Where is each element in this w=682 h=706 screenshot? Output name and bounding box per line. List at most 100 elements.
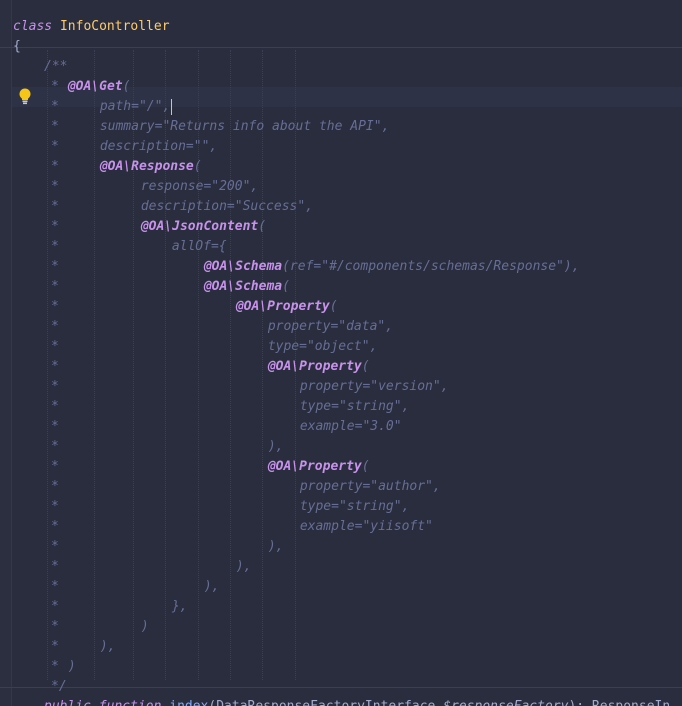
annotation-argument: ), [267, 439, 284, 454]
doc-comment-delimiter: */ [51, 679, 67, 694]
doc-comment-star: * [51, 199, 59, 214]
keyword-public: public [44, 699, 91, 706]
annotation-tag: @OA\Property [267, 359, 362, 374]
code-line-open-brace[interactable]: { [13, 37, 21, 57]
doc-comment-line[interactable]: * summary="Returns info about the API", [51, 117, 389, 137]
doc-comment-line[interactable]: * response="200", [51, 177, 258, 197]
doc-comment-line[interactable]: * description="", [51, 137, 217, 157]
doc-comment-line[interactable]: * @OA\Response( [51, 157, 202, 177]
doc-comment-line[interactable]: * property="author", [51, 477, 441, 497]
doc-comment-line[interactable]: * @OA\Property( [51, 457, 370, 477]
method-separator [0, 47, 682, 48]
annotation-argument: }, [171, 599, 188, 614]
annotation-argument: ( [193, 159, 202, 174]
class-name: InfoController [59, 19, 170, 34]
annotation-tag: @OA\Schema [203, 279, 283, 294]
doc-comment-star: * [51, 639, 59, 654]
doc-comment-star: * [51, 319, 59, 334]
doc-comment-star: * [51, 519, 59, 534]
annotation-argument: ), [267, 539, 284, 554]
annotation-argument: (ref="#/components/schemas/Response"), [282, 259, 580, 274]
doc-comment-line[interactable]: * example="yiisoft" [51, 517, 433, 537]
annotation-tag: @OA\Property [267, 459, 362, 474]
doc-comment-line[interactable]: /** [44, 57, 67, 77]
doc-comment-star: * [51, 279, 59, 294]
doc-comment-line[interactable]: * type="string", [51, 497, 409, 517]
doc-comment-star: * [51, 479, 59, 494]
annotation-argument: description="", [99, 139, 218, 154]
doc-comment-star: * [51, 399, 59, 414]
annotation-tag: @OA\Get [67, 79, 123, 94]
annotation-tag: @OA\Property [235, 299, 330, 314]
doc-comment-star: * [51, 599, 59, 614]
doc-comment-line[interactable]: * @OA\Schema(ref="#/components/schemas/Re… [51, 257, 580, 277]
indent-guide [47, 50, 48, 680]
doc-comment-line[interactable]: *), [51, 437, 283, 457]
doc-comment-line[interactable]: *) [51, 657, 76, 677]
annotation-argument: ), [203, 579, 220, 594]
annotation-argument: property="author", [299, 479, 441, 494]
annotation-argument: ( [329, 299, 338, 314]
doc-comment-line[interactable]: * @OA\JsonContent( [51, 217, 266, 237]
annotation-argument: type="string", [299, 499, 410, 514]
annotation-argument: ), [99, 639, 116, 654]
annotation-tag: @OA\Schema [203, 259, 283, 274]
doc-comment-star: * [51, 339, 59, 354]
keyword-function: function [99, 699, 162, 706]
doc-comment-star: * [51, 559, 59, 574]
doc-comment-line[interactable]: *), [51, 537, 283, 557]
doc-comment-line[interactable]: * @OA\Get( [51, 77, 130, 97]
function-name: index [169, 699, 208, 706]
annotation-argument: ( [282, 279, 290, 294]
doc-comment-star: * [51, 299, 59, 314]
doc-comment-line[interactable]: *), [51, 637, 115, 657]
doc-comment-line[interactable]: *}, [51, 597, 187, 617]
annotation-argument: example="yiisoft" [299, 519, 433, 534]
doc-comment-star: * [51, 219, 59, 234]
doc-comment-delimiter: /** [44, 59, 68, 74]
doc-comment-star: * [51, 459, 59, 474]
code-line-method-signature[interactable]: public function index(DataResponseFactor… [44, 697, 670, 706]
annotation-argument: ( [258, 219, 267, 234]
doc-comment-star: * [51, 259, 59, 274]
text-caret [171, 98, 173, 115]
doc-comment-line[interactable]: * property="version", [51, 377, 449, 397]
annotation-argument: path="/", [99, 99, 171, 114]
doc-comment-star: * [51, 659, 59, 674]
method-separator [0, 687, 682, 688]
editor-gutter[interactable] [0, 0, 11, 706]
annotation-tag: @OA\Response [99, 159, 194, 174]
annotation-argument: ) [140, 619, 149, 634]
doc-comment-line[interactable]: * @OA\Property( [51, 297, 338, 317]
doc-comment-line[interactable]: *), [51, 557, 251, 577]
doc-comment-line[interactable]: *), [51, 577, 219, 597]
doc-comment-line[interactable]: * type="object", [51, 337, 377, 357]
doc-comment-line[interactable]: * description="Success", [51, 197, 313, 217]
doc-comment-star: * [51, 419, 59, 434]
annotation-argument: type="object", [267, 339, 378, 354]
doc-comment-star: * [51, 379, 59, 394]
doc-comment-line[interactable]: * @OA\Schema( [51, 277, 290, 297]
annotation-argument: ( [122, 79, 131, 94]
doc-comment-line[interactable]: *) [51, 617, 149, 637]
doc-comment-star: * [51, 119, 59, 134]
doc-comment-line[interactable]: * type="string", [51, 397, 409, 417]
doc-comment-star: * [51, 79, 59, 94]
doc-comment-star: * [51, 179, 59, 194]
doc-comment-line[interactable]: */ [51, 677, 67, 697]
code-line-class-declaration[interactable]: class InfoController [13, 17, 170, 37]
doc-comment-line[interactable]: * property="data", [51, 317, 393, 337]
annotation-argument: description="Success", [140, 199, 314, 214]
annotation-argument: allOf={ [171, 239, 227, 254]
doc-comment-line[interactable]: * allOf={ [51, 237, 227, 257]
doc-comment-star: * [51, 99, 59, 114]
paren-close: ): [568, 699, 591, 706]
lightbulb-icon[interactable] [19, 88, 31, 105]
doc-comment-line[interactable]: * example="3.0" [51, 417, 402, 437]
doc-comment-line[interactable]: * path="/", [51, 97, 173, 117]
annotation-argument: summary="Returns info about the API", [99, 119, 390, 134]
code-editor[interactable]: class InfoController{/** * @OA\Get(* path="… [0, 0, 682, 706]
doc-comment-line[interactable]: * @OA\Property( [51, 357, 370, 377]
doc-comment-star: * [51, 439, 59, 454]
doc-comment-star: * [51, 359, 59, 374]
